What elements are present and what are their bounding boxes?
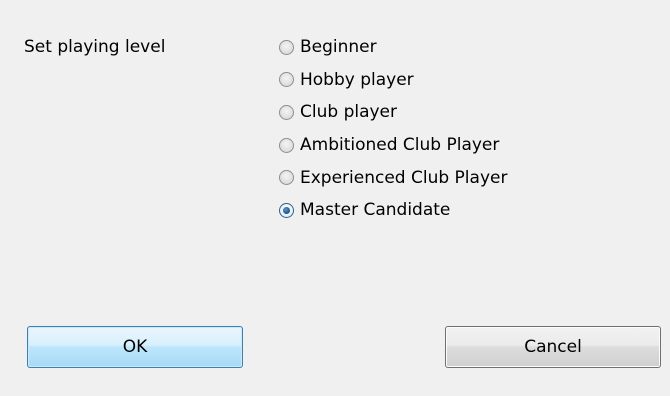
radio-option-experienced-club-player[interactable]: Experienced Club Player [279,161,507,194]
ok-button[interactable]: OK [27,326,243,368]
prompt-label: Set playing level [24,37,166,57]
radio-option-master-candidate[interactable]: Master Candidate [279,194,507,227]
radio-label[interactable]: Experienced Club Player [300,166,507,190]
playing-level-radio-group: Beginner Hobby player Club player Ambiti… [279,35,507,227]
radio-option-beginner[interactable]: Beginner [279,31,507,64]
radio-label[interactable]: Beginner [300,35,377,59]
radio-button-icon[interactable] [279,170,294,186]
radio-label[interactable]: Club player [300,100,397,124]
radio-option-club-player[interactable]: Club player [279,96,507,129]
radio-button-icon[interactable] [279,104,294,120]
radio-button-checked-icon[interactable] [279,202,294,218]
playing-level-dialog: Set playing level Beginner Hobby player … [0,0,670,396]
radio-button-icon[interactable] [279,137,294,153]
radio-label[interactable]: Hobby player [300,68,414,92]
radio-label[interactable]: Master Candidate [300,198,450,222]
cancel-button[interactable]: Cancel [445,326,661,368]
radio-option-hobby-player[interactable]: Hobby player [279,64,507,97]
radio-button-icon[interactable] [279,72,294,88]
radio-option-ambitioned-club-player[interactable]: Ambitioned Club Player [279,129,507,162]
radio-button-icon[interactable] [279,39,294,55]
radio-label[interactable]: Ambitioned Club Player [300,133,499,157]
